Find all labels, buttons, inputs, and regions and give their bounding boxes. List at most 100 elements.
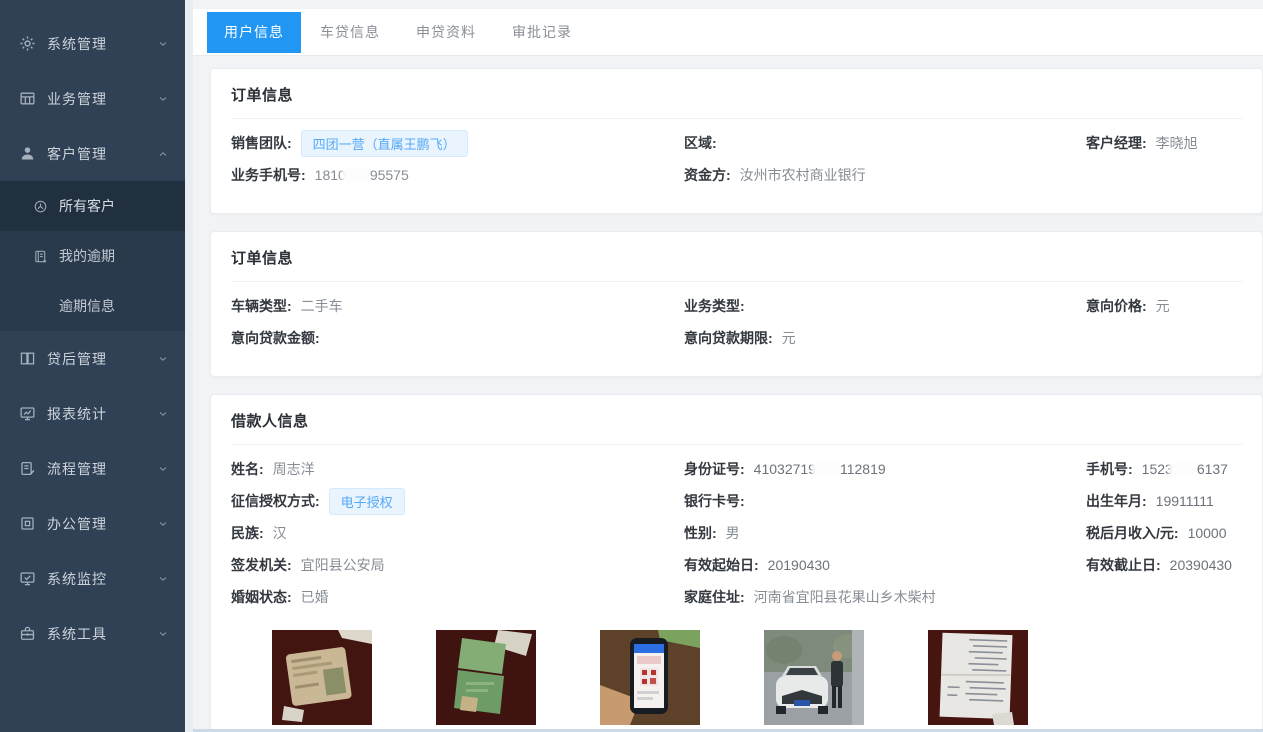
field-birth-date: 出生年月: 19911111 (1086, 485, 1242, 517)
field-value: 19911111 (1156, 493, 1214, 509)
sidebar-item-customer-mgmt[interactable]: 客户管理 (0, 126, 185, 181)
field-value: 20190430 (768, 557, 830, 573)
tab-loan-application-docs[interactable]: 申贷资料 (399, 12, 493, 53)
photo-credit-auth-phone[interactable] (600, 630, 700, 725)
sidebar-item-process-mgmt[interactable]: 流程管理 (0, 441, 185, 496)
app-window: 系统管理 业务管理 客户管理 所有客户 (0, 0, 1263, 732)
sales-team-badge[interactable]: 四团一营（直属王鹏飞） (301, 130, 468, 157)
field-value: 李晓旭 (1156, 133, 1198, 153)
redaction-blur (815, 461, 841, 476)
order-info-card-1: 订单信息 销售团队: 四团一营（直属王鹏飞） 区域: 客户经理: 李晓旭 (210, 68, 1263, 214)
redaction-blur (345, 167, 371, 182)
sidebar-item-overdue-info[interactable]: 逾期信息 (0, 281, 185, 331)
sidebar-item-postloan-mgmt[interactable]: 贷后管理 (0, 331, 185, 386)
field-value: 1810 (315, 167, 346, 183)
field-monthly-income: 税后月收入/元: 10000 (1086, 517, 1242, 549)
field-label: 有效起始日: (684, 555, 759, 575)
photo-person-with-car[interactable] (764, 630, 864, 725)
field-region: 区域: (684, 127, 1086, 159)
main-content: 用户信息 车贷信息 申贷资料 审批记录 订单信息 销售团队: 四团一营（直属王鹏… (193, 0, 1263, 732)
chevron-down-icon (157, 408, 169, 420)
field-value: 已婚 (301, 587, 329, 607)
tab-car-loan-info[interactable]: 车贷信息 (303, 12, 397, 53)
chevron-down-icon (157, 463, 169, 475)
field-label: 性别: (684, 523, 717, 543)
card-title: 订单信息 (231, 232, 1242, 281)
chevron-down-icon (157, 628, 169, 640)
detail-tabbar: 用户信息 车贷信息 申贷资料 审批记录 (193, 9, 1263, 56)
sidebar-item-my-overdue[interactable]: 我的逾期 (0, 231, 185, 281)
sidebar-item-label: 系统工具 (47, 624, 157, 644)
sidebar-item-report-stats[interactable]: 报表统计 (0, 386, 185, 441)
field-label: 业务类型: (684, 296, 745, 316)
redaction-blur (1172, 461, 1198, 476)
field-mobile: 手机号: 1523 6137 (1086, 453, 1242, 485)
field-label: 销售团队: (231, 133, 292, 153)
field-label: 车辆类型: (231, 296, 292, 316)
field-empty (1086, 322, 1242, 354)
field-value: 1523 (1142, 461, 1173, 477)
field-label: 税后月收入/元: (1086, 523, 1179, 543)
office-icon (19, 515, 36, 532)
field-label: 意向价格: (1086, 296, 1147, 316)
sidebar-item-label: 我的逾期 (59, 246, 115, 266)
field-label: 意向贷款金额: (231, 328, 320, 348)
tab-approval-records[interactable]: 审批记录 (495, 12, 589, 53)
photo-id-card[interactable] (272, 630, 372, 725)
sidebar-item-all-customers[interactable]: 所有客户 (0, 181, 185, 231)
field-value: 10000 (1188, 525, 1227, 541)
detail-content: 订单信息 销售团队: 四团一营（直属王鹏飞） 区域: 客户经理: 李晓旭 (193, 56, 1263, 732)
field-label: 银行卡号: (684, 491, 745, 511)
field-label: 资金方: (684, 165, 731, 185)
chevron-down-icon (157, 518, 169, 530)
field-label: 姓名: (231, 459, 264, 479)
sidebar-item-business-mgmt[interactable]: 业务管理 (0, 71, 185, 126)
sidebar-item-label: 客户管理 (47, 144, 157, 164)
photo-item: 人车合影 (764, 630, 864, 732)
sidebar-item-label: 业务管理 (47, 89, 157, 109)
sidebar-item-label: 所有客户 (59, 196, 115, 216)
photo-handwritten-document[interactable] (928, 630, 1028, 725)
field-value: 元 (782, 328, 796, 348)
photo-household-register[interactable] (436, 630, 536, 725)
card-title: 订单信息 (231, 69, 1242, 118)
field-value: 20390430 (1170, 557, 1232, 573)
sidebar-item-system-tools[interactable]: 系统工具 (0, 606, 185, 661)
photo-item: 整本户口照片 (436, 630, 536, 732)
field-value: 宜阳县公安局 (301, 555, 385, 575)
photo-item: 本人照 (272, 630, 372, 732)
field-credit-auth-method: 征信授权方式: 电子授权 (231, 485, 684, 517)
field-value: 河南省宜阳县花果山乡木柴村 (754, 587, 936, 607)
divider (231, 281, 1242, 282)
field-label: 签发机关: (231, 555, 292, 575)
field-label: 出生年月: (1086, 491, 1147, 511)
field-bank-card: 银行卡号: (684, 485, 1086, 517)
chevron-down-icon (157, 573, 169, 585)
sidebar-item-label: 报表统计 (47, 404, 157, 424)
gear-icon (19, 35, 36, 52)
sidebar: 系统管理 业务管理 客户管理 所有客户 (0, 0, 185, 732)
sidebar-item-office-mgmt[interactable]: 办公管理 (0, 496, 185, 551)
field-label: 家庭住址: (684, 587, 745, 607)
monitor-check-icon (19, 570, 36, 587)
field-value: 6137 (1197, 461, 1228, 477)
field-valid-to: 有效截止日: 20390430 (1086, 549, 1242, 581)
field-business-type: 业务类型: (684, 290, 1086, 322)
tab-user-info[interactable]: 用户信息 (207, 12, 301, 53)
field-id-number: 身份证号: 41032719112819 (684, 453, 1086, 485)
field-value: 95575 (370, 167, 409, 183)
field-label: 手机号: (1086, 459, 1133, 479)
field-value: 二手车 (301, 296, 343, 316)
field-label: 区域: (684, 133, 717, 153)
field-valid-from: 有效起始日: 20190430 (684, 549, 1086, 581)
sidebar-item-system-monitor[interactable]: 系统监控 (0, 551, 185, 606)
toolbox-icon (19, 625, 36, 642)
field-name: 姓名: 周志洋 (231, 453, 684, 485)
sidebar-item-system-mgmt[interactable]: 系统管理 (0, 16, 185, 71)
notebook-icon (33, 249, 48, 264)
field-label: 意向贷款期限: (684, 328, 773, 348)
photo-item: 征信授权 (600, 630, 700, 732)
vertical-scrollbar[interactable] (185, 0, 193, 732)
photo-item: 其他材料 (928, 630, 1028, 732)
user-icon (19, 145, 36, 162)
